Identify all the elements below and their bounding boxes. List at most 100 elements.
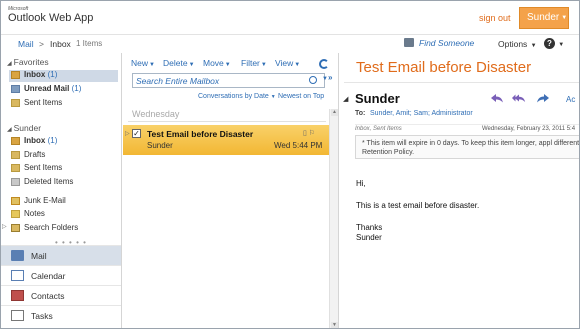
folder-search-folders[interactable]: ▷ Search Folders	[2, 223, 78, 232]
chevron-down-icon: ▼	[149, 62, 155, 68]
expand-conversation-icon[interactable]: ▷	[125, 130, 130, 137]
folder-label: Unread Mail	[24, 84, 70, 93]
sign-out-link[interactable]: sign out	[479, 13, 511, 23]
nav-tasks-button[interactable]: Tasks	[1, 305, 121, 325]
collapse-triangle-icon: ◢	[7, 61, 12, 67]
find-someone-link[interactable]: Find Someone	[404, 38, 474, 48]
options-menu[interactable]: Options ▼	[498, 39, 537, 49]
move-label: Move	[203, 58, 224, 68]
group-header: Wednesday	[132, 109, 180, 119]
favorite-inbox[interactable]: Inbox (1)	[9, 70, 118, 82]
tasks-icon	[11, 310, 24, 321]
search-icon[interactable]	[309, 76, 317, 84]
nav-mail-button[interactable]: Mail	[1, 245, 121, 265]
folder-label: Notes	[24, 209, 45, 218]
folder-drafts[interactable]: Drafts	[11, 150, 45, 159]
refresh-icon[interactable]	[319, 59, 329, 69]
chevron-down-icon: ▼	[561, 15, 568, 21]
to-label: To:	[355, 110, 366, 117]
view-button[interactable]: View▼	[275, 58, 300, 68]
folder-label: Inbox	[24, 136, 46, 145]
favorite-unread-mail[interactable]: Unread Mail (1)	[11, 84, 82, 93]
chevron-down-icon: ▼	[270, 94, 276, 100]
inbox-icon	[11, 137, 20, 145]
breadcrumb-separator: >	[39, 39, 44, 49]
inbox-icon	[11, 71, 20, 79]
meta-divider	[355, 124, 579, 125]
flag-icon[interactable]: ▯ ⚐	[303, 129, 315, 137]
reply-all-icon[interactable]	[512, 93, 526, 103]
message-checkbox[interactable]: ✓	[132, 129, 141, 138]
new-label: New	[131, 58, 149, 68]
nav-calendar-button[interactable]: Calendar	[1, 265, 121, 285]
delete-button[interactable]: Delete▼	[163, 58, 195, 68]
breadcrumb-mail-link[interactable]: Mail	[18, 39, 34, 49]
breadcrumb: Mail > Inbox 1 Items Find Someone Option…	[1, 35, 579, 53]
user-menu-button[interactable]: Sunder ▼	[519, 7, 569, 29]
folder-sent-items[interactable]: Sent Items	[11, 163, 62, 172]
mail-icon	[11, 250, 24, 261]
filter-button[interactable]: Filter▼	[241, 58, 267, 68]
options-label: Options	[498, 39, 528, 49]
scroll-down-icon[interactable]: ▼	[331, 322, 338, 328]
delete-label: Delete	[163, 58, 188, 68]
chevron-down-icon: ▼	[558, 42, 565, 48]
forward-icon[interactable]	[536, 93, 550, 103]
reply-icon[interactable]	[490, 93, 504, 103]
view-label: View	[275, 58, 294, 68]
module-label: Calendar	[31, 271, 66, 281]
calendar-icon	[11, 270, 24, 281]
owa-window: Microsoft Outlook Web App sign out Sunde…	[0, 0, 580, 329]
folder-deleted-items[interactable]: Deleted Items	[11, 177, 74, 186]
folder-notes[interactable]: Notes	[11, 209, 45, 218]
message-body: Hi, This is a test email before disaster…	[356, 179, 479, 255]
collapse-header-icon[interactable]: ◢	[343, 95, 348, 103]
sent-items-icon	[11, 99, 20, 107]
new-button[interactable]: New▼	[131, 58, 155, 68]
unread-count: (1)	[47, 70, 58, 79]
sent-items-icon	[11, 164, 20, 172]
expand-triangle-icon[interactable]: ▷	[2, 223, 7, 230]
sort-direction-link[interactable]: Newest on Top	[278, 93, 324, 100]
folder-label: Inbox	[24, 70, 46, 79]
mailbox-header[interactable]: ◢ Sunder	[7, 123, 41, 133]
search-input[interactable]	[136, 75, 306, 86]
favorites-header[interactable]: ◢ Favorites	[7, 57, 49, 67]
chevron-down-icon: ▼	[188, 62, 195, 68]
actions-menu[interactable]: Ac	[566, 95, 575, 104]
folder-junk-email[interactable]: Junk E-Mail	[11, 196, 66, 205]
folder-inbox[interactable]: Inbox (1)	[11, 136, 57, 145]
move-button[interactable]: Move▼	[203, 58, 231, 68]
favorite-sent-items[interactable]: Sent Items	[11, 98, 62, 107]
expand-search-icon[interactable]: »	[328, 73, 332, 82]
nav-contacts-button[interactable]: Contacts	[1, 285, 121, 305]
list-toolbar: New▼ Delete▼ Move▼ Filter▼ View▼	[123, 57, 339, 71]
body-line: Hi,	[356, 179, 366, 188]
chevron-down-icon: ▼	[260, 62, 267, 68]
body-line: This is a test email before disaster.	[356, 201, 480, 210]
retention-policy-notice: * This item will expire in 0 days. To ke…	[355, 135, 579, 159]
body-line: Sunder	[356, 233, 382, 242]
list-scrollbar[interactable]: ▲ ▼	[329, 109, 338, 328]
favorites-label: Favorites	[13, 57, 49, 67]
brand-name: Outlook Web App	[8, 12, 94, 24]
junk-mail-icon	[11, 197, 20, 205]
message-subject: Test Email before Disaster	[147, 129, 254, 139]
scroll-up-icon[interactable]: ▲	[331, 109, 338, 116]
module-label: Mail	[31, 251, 47, 261]
sort-by-menu[interactable]: Conversations by Date ▼	[198, 93, 276, 100]
help-menu[interactable]: ? ▼	[544, 38, 564, 49]
body-line: Thanks	[356, 223, 383, 232]
app-logo: Microsoft Outlook Web App	[8, 6, 93, 25]
message-row[interactable]: ▷ ✓ Test Email before Disaster ▯ ⚐ Sunde…	[123, 125, 329, 155]
module-label: Contacts	[31, 291, 65, 301]
unread-count: (1)	[71, 84, 82, 93]
filter-label: Filter	[241, 58, 260, 68]
message-from[interactable]: Sunder	[355, 91, 400, 106]
item-count: 1 Items	[76, 39, 103, 48]
group-divider	[128, 121, 326, 122]
folder-label: Deleted Items	[24, 177, 74, 186]
user-name: Sunder	[527, 12, 560, 23]
collapse-triangle-icon: ◢	[7, 127, 12, 133]
recipients[interactable]: Sunder, Amit; Sam; Administrator	[370, 110, 473, 117]
